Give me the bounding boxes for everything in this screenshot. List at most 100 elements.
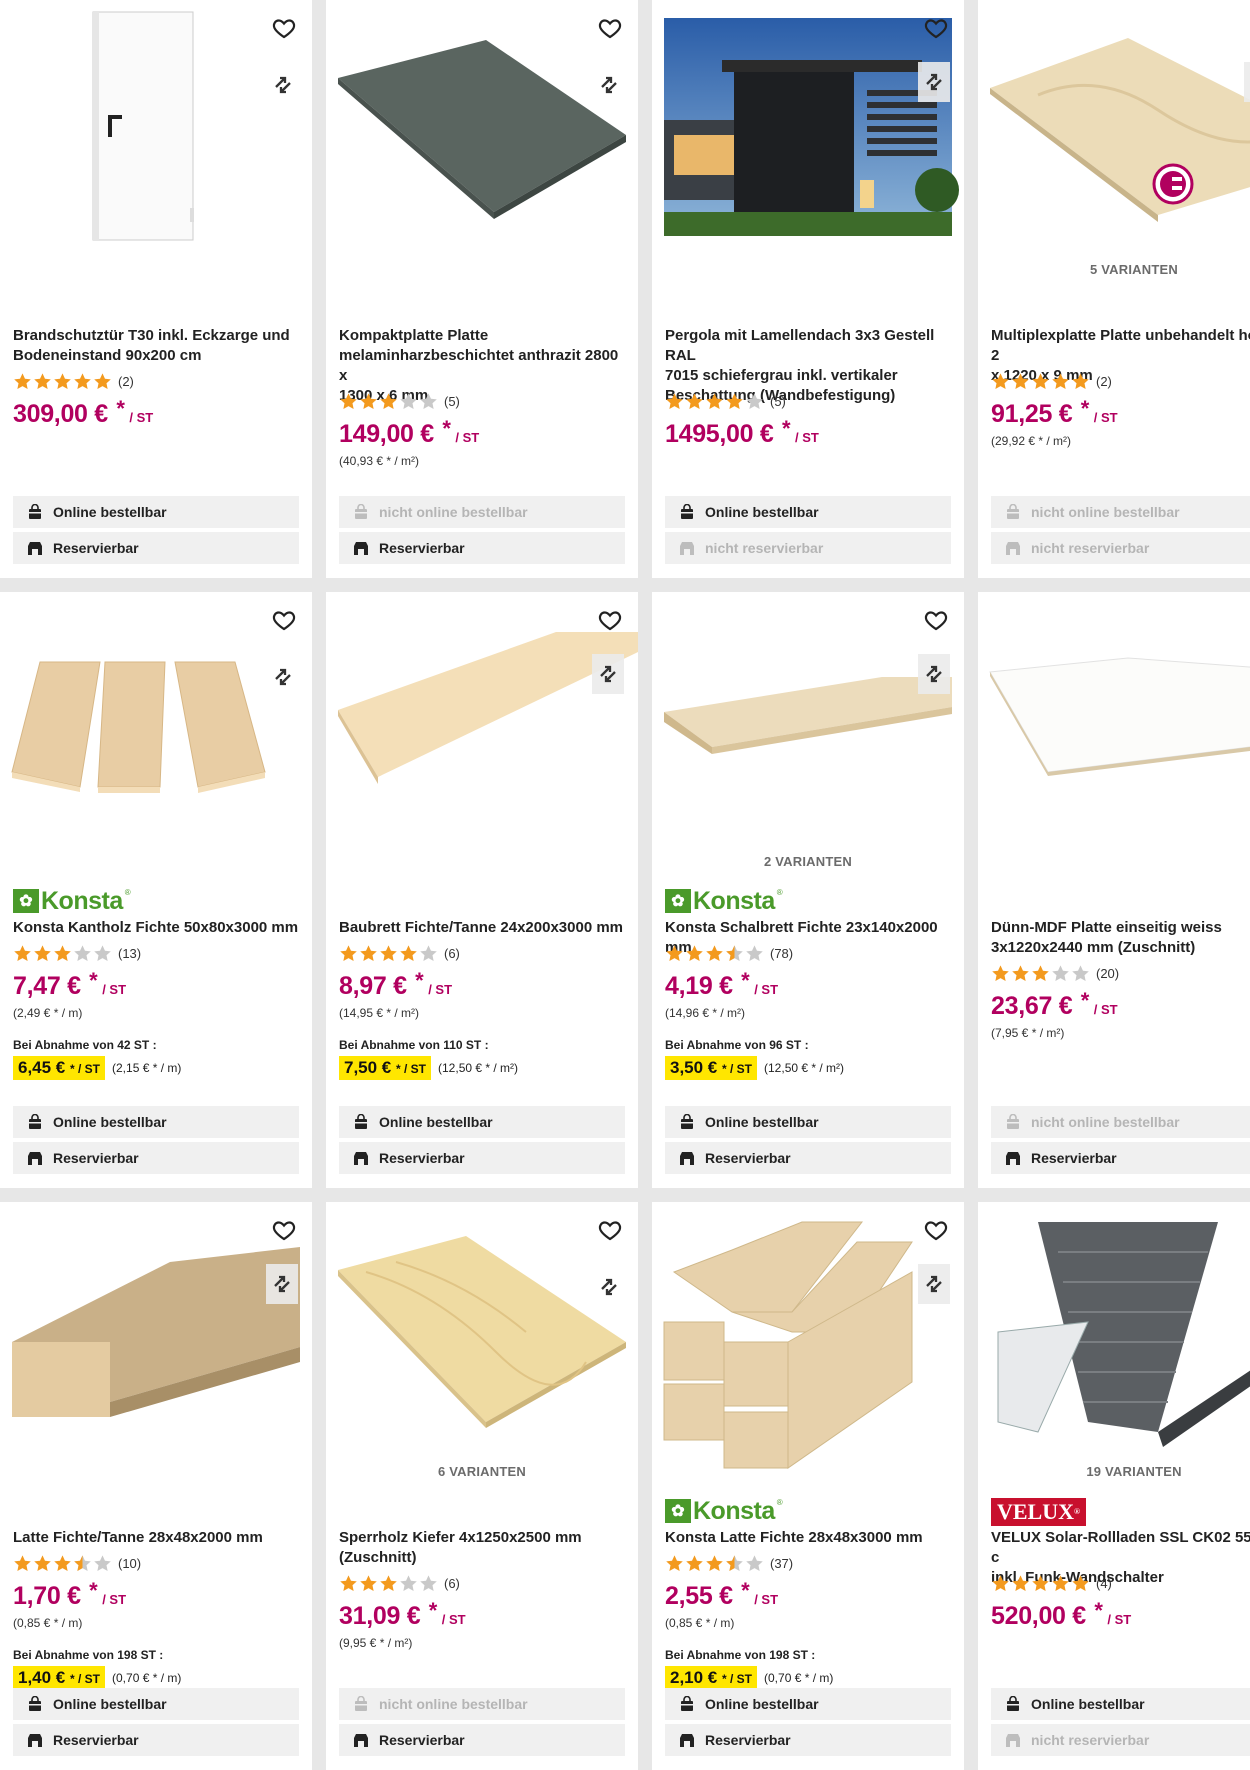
rating-stars — [991, 1574, 1090, 1593]
product-card[interactable]: Brandschutztür T30 inkl. Eckzarge und Bo… — [0, 0, 312, 578]
compare-arrows-icon[interactable] — [270, 664, 296, 690]
reserve-availability: Reservierbar — [339, 1724, 625, 1756]
rating[interactable]: (20) — [991, 964, 1119, 983]
wishlist-heart-icon[interactable] — [598, 16, 622, 40]
product-title[interactable]: Dünn-MDF Platte einseitig weiss 3x1220x2… — [991, 918, 1250, 958]
wishlist-heart-icon[interactable] — [272, 16, 296, 40]
product-title[interactable]: Brandschutztür T30 inkl. Eckzarge und Bo… — [13, 326, 302, 366]
rating[interactable]: (2) — [13, 372, 134, 391]
product-card[interactable]: 2 VARIANTEN ✿ Konsta ® Konsta Schalbrett… — [652, 592, 964, 1188]
rating[interactable]: (2) — [991, 372, 1112, 391]
compare-arrows-icon[interactable] — [270, 72, 296, 98]
compare-arrows-icon[interactable] — [918, 1264, 950, 1304]
wishlist-heart-icon[interactable] — [598, 608, 622, 632]
variants-label[interactable]: 19 VARIANTEN — [978, 1464, 1250, 1479]
product-card[interactable]: 19 VARIANTEN VELUX® VELUX Solar-Rolllade… — [978, 1202, 1250, 1770]
store-icon — [28, 1152, 42, 1165]
wishlist-heart-icon[interactable] — [924, 1218, 948, 1242]
bulk-price: 6,45 € * / ST — [13, 1056, 106, 1080]
compare-arrows-icon[interactable] — [918, 62, 950, 102]
product-card[interactable]: Baubrett Fichte/Tanne 24x200x3000 mm (6)… — [326, 592, 638, 1188]
product-title[interactable]: Latte Fichte/Tanne 28x48x2000 mm — [13, 1528, 302, 1548]
online-availability: Online bestellbar — [13, 1688, 299, 1720]
rating[interactable]: (6) — [339, 944, 460, 963]
bulk-price: 1,40 € * / ST — [13, 1666, 106, 1690]
rating[interactable]: (10) — [13, 1554, 141, 1573]
product-card[interactable]: ✿ Konsta ® Konsta Latte Fichte 28x48x300… — [652, 1202, 964, 1770]
wishlist-heart-icon[interactable] — [272, 608, 296, 632]
product-image[interactable] — [326, 0, 638, 270]
rating-count: (5) — [444, 394, 460, 409]
product-image[interactable] — [0, 1202, 312, 1472]
price-unit: / ST — [1093, 410, 1118, 425]
product-title[interactable]: Baubrett Fichte/Tanne 24x200x3000 mm — [339, 918, 628, 938]
brand-logo-konsta: ✿ Konsta ® — [665, 1498, 783, 1524]
brand-logo-text: Konsta — [693, 1497, 775, 1525]
bulk-price: 3,50 € * / ST — [665, 1056, 758, 1080]
product-title[interactable]: Konsta Kantholz Fichte 50x80x3000 mm — [13, 918, 302, 938]
product-image[interactable] — [978, 592, 1250, 862]
rating[interactable]: (5) — [339, 392, 460, 411]
product-image[interactable] — [652, 0, 964, 270]
product-card[interactable]: Pergola mit Lamellendach 3x3 Gestell RAL… — [652, 0, 964, 578]
variants-label[interactable]: 2 VARIANTEN — [652, 854, 964, 869]
product-image[interactable] — [0, 0, 312, 270]
bulk-price-row: 3,50 € * / ST (12,50 € * / m²) — [665, 1056, 844, 1080]
product-card[interactable]: ✿ Konsta ® Konsta Kantholz Fichte 50x80x… — [0, 592, 312, 1188]
product-image[interactable] — [652, 592, 964, 862]
bulk-label: Bei Abnahme von 198 ST : — [665, 1648, 816, 1662]
product-title[interactable]: Sperrholz Kiefer 4x1250x2500 mm (Zuschni… — [339, 1528, 628, 1568]
product-image[interactable] — [978, 1202, 1250, 1472]
rating[interactable]: (5) — [665, 392, 786, 411]
reserve-availability: nicht reservierbar — [991, 1724, 1250, 1756]
product-image[interactable] — [652, 1202, 964, 1472]
rating-count: (5) — [770, 394, 786, 409]
compare-arrows-icon[interactable] — [592, 654, 624, 694]
product-card[interactable]: Latte Fichte/Tanne 28x48x2000 mm (10) 1,… — [0, 1202, 312, 1770]
variants-label[interactable]: 5 VARIANTEN — [978, 262, 1250, 277]
compare-arrows-icon[interactable] — [596, 1274, 622, 1300]
product-card[interactable]: 6 VARIANTEN Sperrholz Kiefer 4x1250x2500… — [326, 1202, 638, 1770]
shopping-bag-icon — [355, 504, 367, 519]
product-image[interactable] — [326, 592, 638, 862]
compare-arrows-icon[interactable] — [266, 1264, 298, 1304]
store-icon — [1006, 1734, 1020, 1747]
online-availability: Online bestellbar — [665, 1688, 951, 1720]
shopping-bag-icon — [681, 1696, 693, 1711]
compare-arrows-icon[interactable] — [596, 72, 622, 98]
bulk-unit-price: (12,50 € * / m²) — [764, 1061, 845, 1075]
bulk-unit-price: (2,15 € * / m) — [112, 1061, 182, 1075]
compare-arrows-icon[interactable] — [1244, 62, 1250, 102]
price: 309,00 € * / ST — [13, 396, 153, 429]
wishlist-heart-icon[interactable] — [272, 1218, 296, 1242]
wishlist-heart-icon[interactable] — [924, 16, 948, 40]
shopping-bag-icon — [355, 1696, 367, 1711]
price-unit: / ST — [795, 430, 819, 445]
rating[interactable]: (6) — [339, 1574, 460, 1593]
rating-count: (4) — [1096, 1576, 1112, 1591]
rating-stars — [13, 1554, 112, 1573]
price-value: 23,67 € — [991, 992, 1073, 1020]
product-image[interactable] — [326, 1202, 638, 1472]
product-card[interactable]: Kompaktplatte Platte melaminharzbeschich… — [326, 0, 638, 578]
compare-arrows-icon[interactable] — [918, 654, 950, 694]
bulk-label: Bei Abnahme von 42 ST : — [13, 1038, 157, 1052]
wishlist-heart-icon[interactable] — [598, 1218, 622, 1242]
rating[interactable]: (4) — [991, 1574, 1112, 1593]
rating[interactable]: (78) — [665, 944, 793, 963]
wishlist-heart-icon[interactable] — [924, 608, 948, 632]
price-unit: / ST — [428, 982, 453, 997]
price-asterisk: * — [415, 968, 424, 993]
variants-label[interactable]: 6 VARIANTEN — [326, 1464, 638, 1479]
store-icon — [1006, 1152, 1020, 1165]
reserve-availability: Reservierbar — [991, 1142, 1250, 1174]
brand-logo-text: Konsta — [41, 887, 123, 915]
shopping-bag-icon — [29, 1114, 41, 1129]
rating[interactable]: (37) — [665, 1554, 793, 1573]
product-image[interactable] — [0, 592, 312, 862]
product-card[interactable]: 5 VARIANTEN Multiplexplatte Platte unbeh… — [978, 0, 1250, 578]
product-image[interactable] — [978, 0, 1250, 270]
product-card[interactable]: Dünn-MDF Platte einseitig weiss 3x1220x2… — [978, 592, 1250, 1188]
product-title[interactable]: Konsta Latte Fichte 28x48x3000 mm — [665, 1528, 954, 1548]
rating[interactable]: (13) — [13, 944, 141, 963]
